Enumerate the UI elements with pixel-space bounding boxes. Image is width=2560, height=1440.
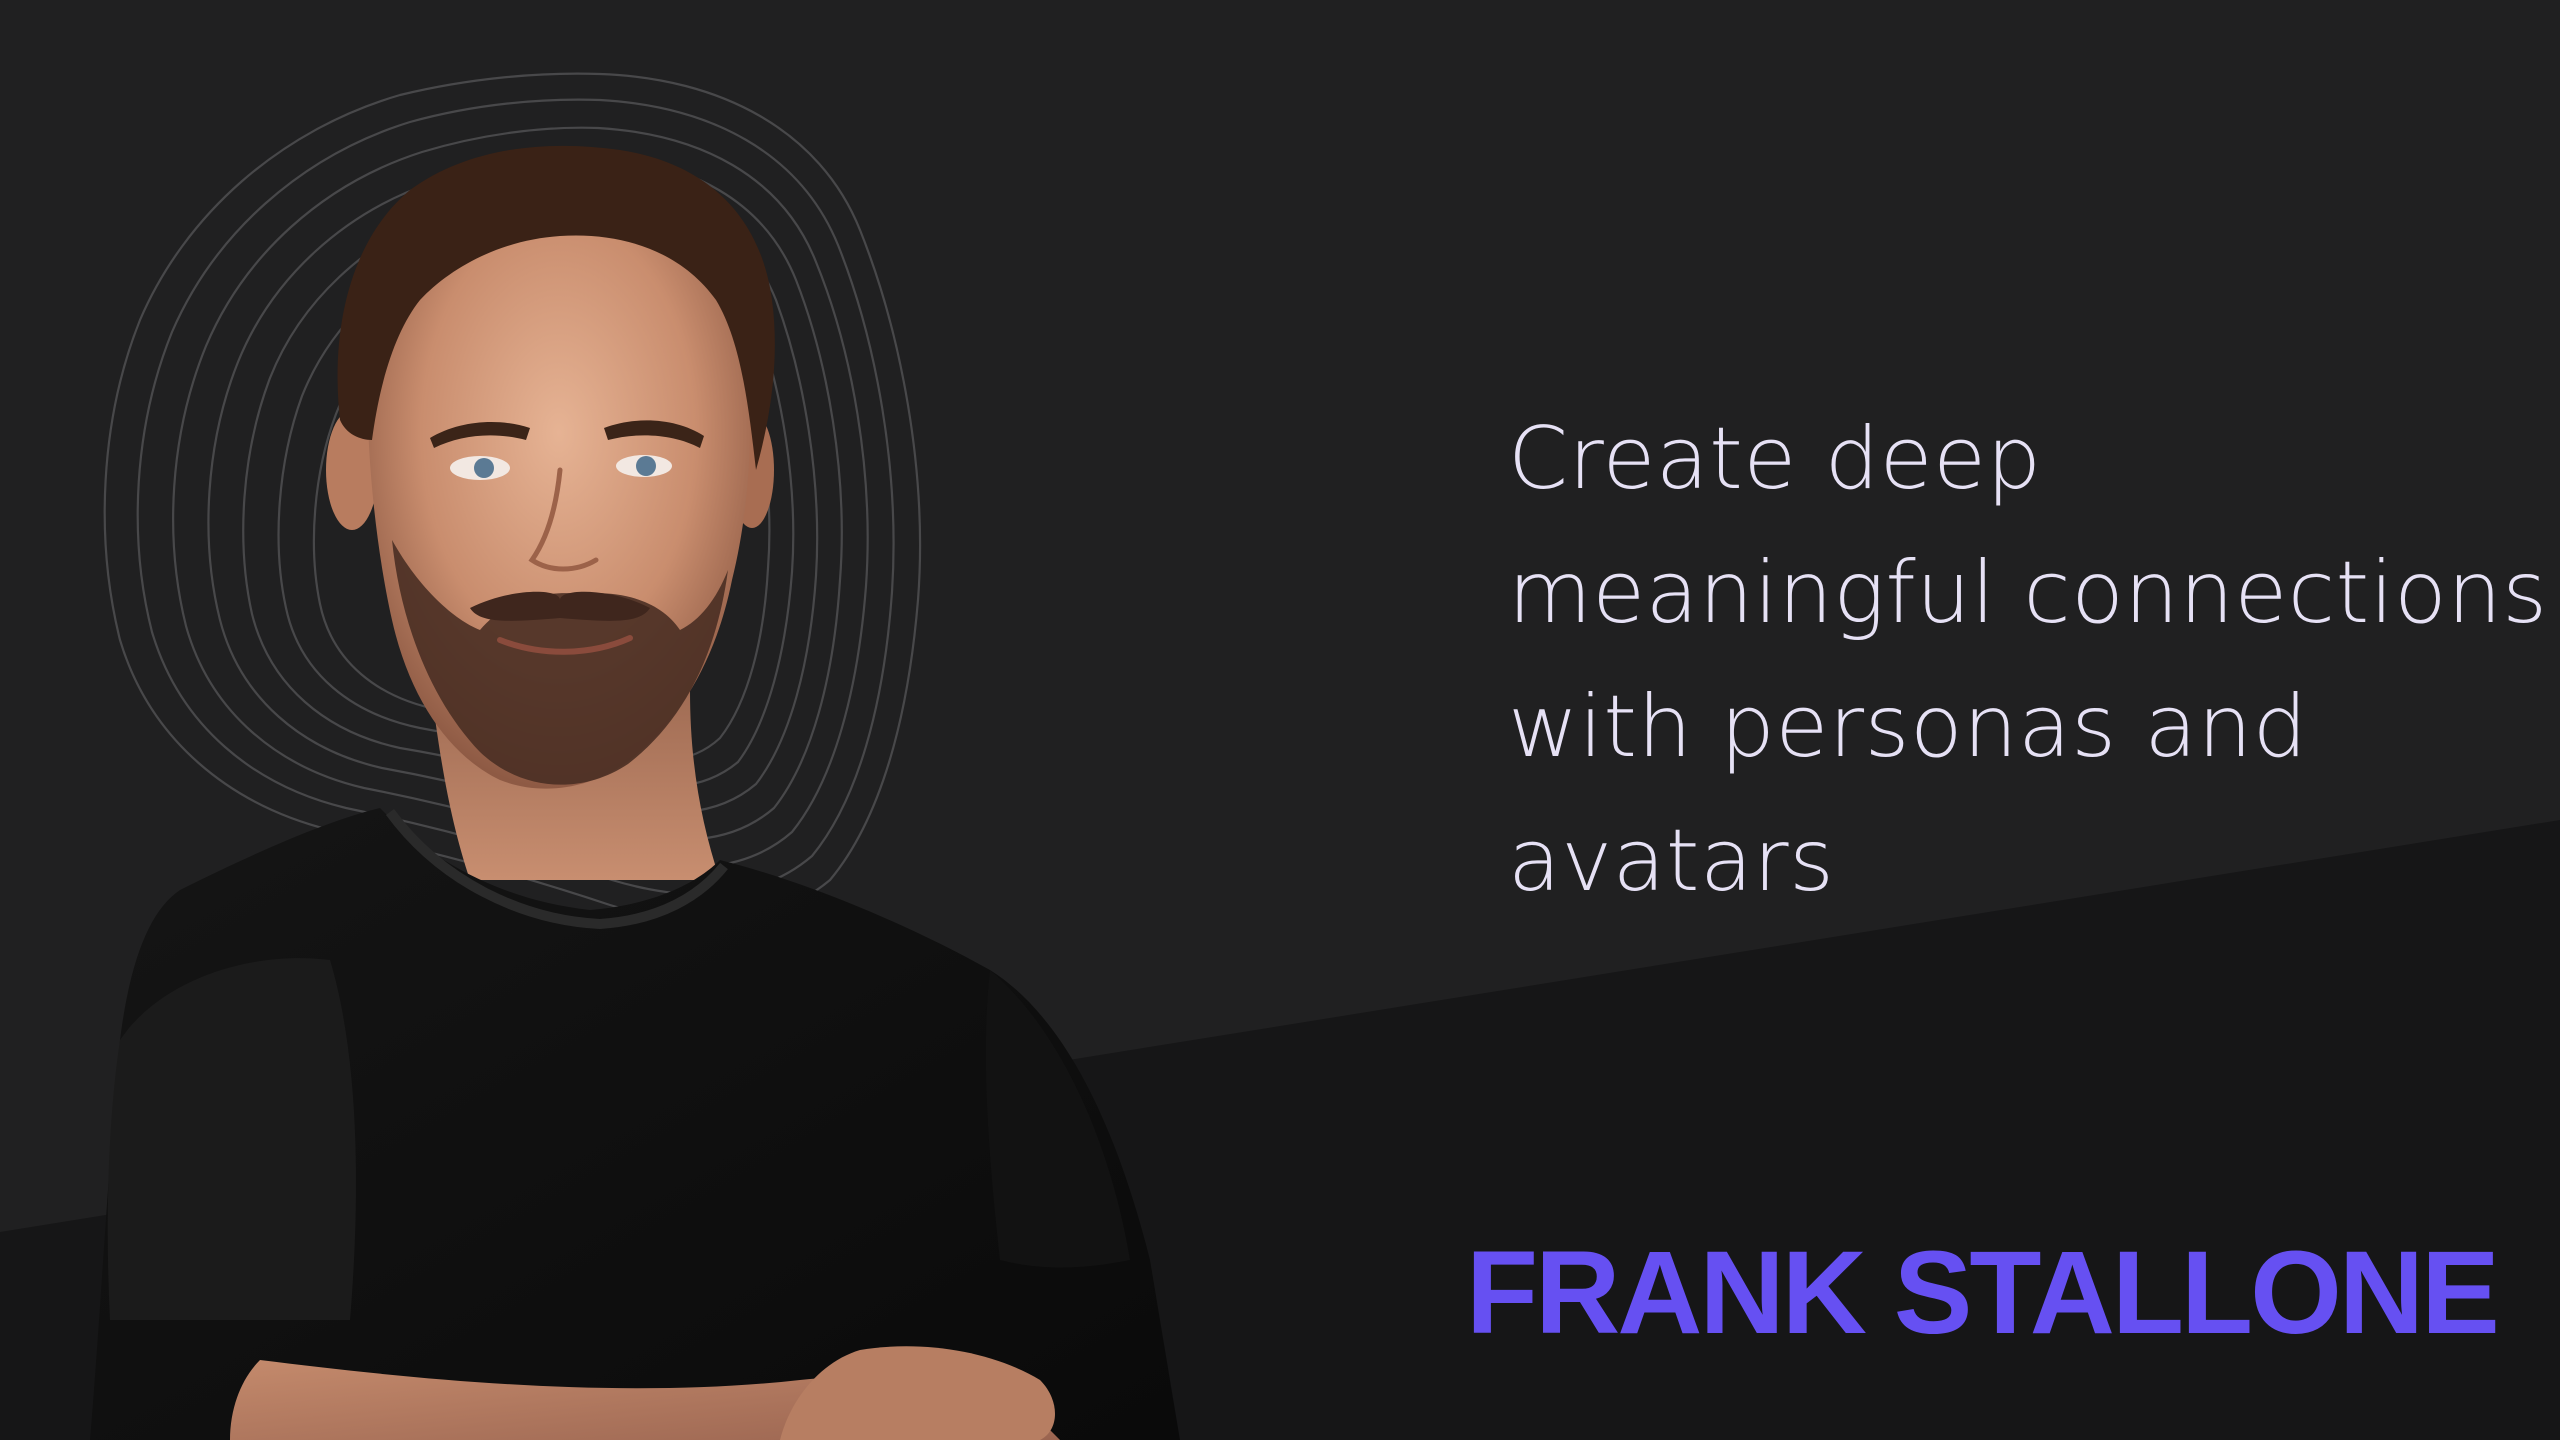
portrait-iris-left: [474, 458, 494, 478]
tagline-line: Create deep: [1508, 409, 2042, 509]
portrait-right-sleeve: [985, 970, 1130, 1268]
tagline: Create deep meaningful connections with …: [1508, 392, 2548, 928]
portrait-sleeve: [107, 958, 356, 1320]
tagline-line: avatars: [1508, 811, 1835, 911]
tagline-line: meaningful connections: [1508, 543, 2548, 643]
speaker-name: FRANK STALLONE: [1466, 1227, 2500, 1359]
portrait-iris-right: [636, 456, 656, 476]
slide-canvas: Create deep meaningful connections with …: [0, 0, 2560, 1440]
tagline-line: with personas and: [1508, 677, 2308, 777]
